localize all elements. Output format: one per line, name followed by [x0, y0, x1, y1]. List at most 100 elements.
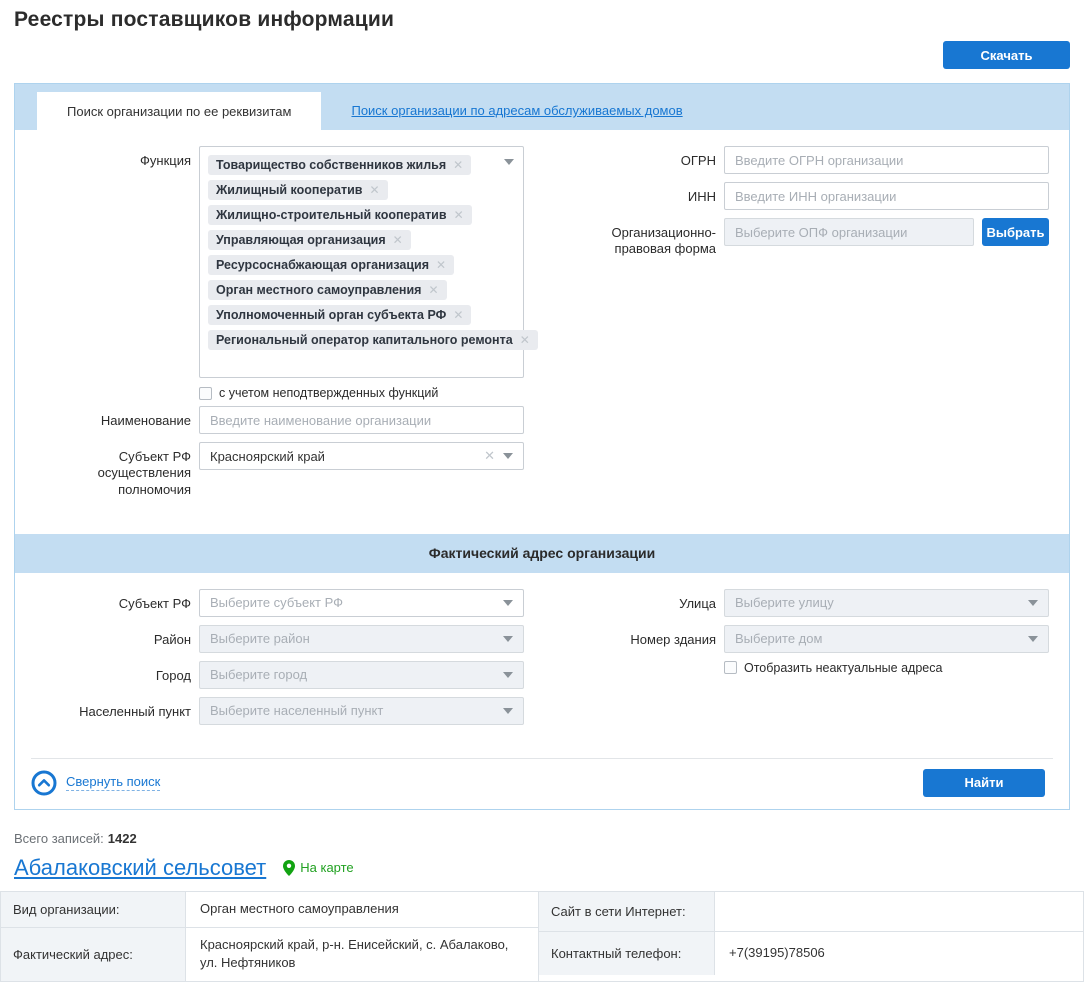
function-tag-label: Региональный оператор капитального ремон… [216, 333, 513, 347]
tab-search-by-address[interactable]: Поиск организации по адресам обслуживаем… [351, 103, 682, 118]
function-tag-label: Уполномоченный орган субъекта РФ [216, 308, 447, 322]
house-placeholder: Выберите дом [735, 631, 823, 647]
total-records-label: Всего записей: [14, 830, 104, 846]
tab-bar: Поиск организации по ее реквизитам Поиск… [15, 84, 1069, 130]
on-map-link[interactable]: На карте [283, 859, 354, 876]
subject-rf-authority-value: Красноярский край [210, 448, 325, 464]
settlement-label: Населенный пункт [79, 703, 191, 719]
close-icon[interactable]: ✕ [453, 158, 463, 172]
organization-link[interactable]: Абалаковский сельсовет [14, 855, 266, 881]
org-type-value: Орган местного самоуправления [200, 900, 399, 916]
page: Реестры поставщиков информации Скачать П… [0, 8, 1084, 982]
close-icon[interactable]: ✕ [454, 208, 464, 222]
inactive-addresses-label: Отобразить неактуальные адреса [744, 660, 943, 675]
function-tag-label: Жилищно-строительный кооператив [216, 208, 447, 222]
search-panel: Поиск организации по ее реквизитам Поиск… [14, 83, 1070, 810]
org-phone-value: +7(39195)78506 [729, 944, 825, 960]
close-icon[interactable]: ✕ [453, 308, 463, 322]
results-section: Всего записей: 1422 Абалаковский сельсове… [14, 831, 1070, 881]
table-row: Фактический адрес: Красноярский край, р-… [1, 926, 538, 982]
download-button[interactable]: Скачать [943, 41, 1070, 69]
ogrn-input[interactable] [724, 146, 1049, 174]
opf-choose-button[interactable]: Выбрать [982, 218, 1049, 246]
unconfirmed-functions-label: с учетом неподтвержденных функций [219, 386, 439, 400]
tab-label: Поиск организации по ее реквизитам [67, 103, 292, 119]
inactive-addresses-checkbox-row: Отобразить неактуальные адреса [724, 661, 1049, 675]
function-tag-label: Управляющая организация [216, 233, 386, 247]
subject-rf-label: Субъект РФ [118, 595, 191, 611]
subject-rf-placeholder: Выберите субъект РФ [210, 595, 344, 611]
org-site-value [715, 892, 1083, 931]
city-placeholder: Выберите город [210, 667, 308, 683]
close-icon[interactable]: ✕ [428, 283, 438, 297]
function-tag: Уполномоченный орган субъекта РФ ✕ [208, 305, 472, 325]
chevron-down-icon [1028, 599, 1038, 606]
district-label: Район [153, 631, 191, 647]
function-tag: Жилищно-строительный кооператив ✕ [208, 205, 472, 225]
chevron-down-icon [1028, 635, 1038, 642]
function-tag-label: Жилищный кооператив [216, 183, 363, 197]
function-tag: Жилищный кооператив ✕ [208, 180, 388, 200]
find-button[interactable]: Найти [923, 768, 1045, 797]
inn-label: ИНН [687, 189, 716, 204]
on-map-label: На карте [300, 860, 354, 876]
street-label: Улица [679, 595, 716, 611]
settlement-select[interactable]: Выберите населенный пункт [199, 696, 524, 725]
subject-rf-authority-select[interactable]: Красноярский край ✕ [199, 442, 524, 470]
subject-rf-authority-label: Субъект РФ осуществления полномочия [97, 449, 191, 497]
actual-address-section-title: Фактический адрес организации [15, 533, 1069, 573]
close-icon[interactable]: ✕ [520, 333, 530, 347]
close-icon[interactable]: ✕ [436, 258, 446, 272]
house-select[interactable]: Выберите дом [724, 624, 1049, 653]
unconfirmed-functions-checkbox-row: с учетом неподтвержденных функций [199, 386, 524, 400]
inn-input[interactable] [724, 182, 1049, 210]
district-placeholder: Выберите район [210, 631, 310, 647]
function-tag-label: Ресурсоснабжающая организация [216, 258, 430, 272]
unconfirmed-functions-checkbox[interactable] [199, 386, 212, 400]
org-address-value: Красноярский край, р-н. Енисейский, с. А… [200, 936, 509, 971]
settlement-placeholder: Выберите населенный пункт [210, 703, 384, 719]
table-row: Вид организации: Орган местного самоупра… [1, 891, 538, 927]
name-input[interactable] [199, 406, 524, 434]
street-placeholder: Выберите улицу [735, 595, 834, 611]
organization-row: Абалаковский сельсовет На карте [14, 855, 1070, 881]
function-tag-label: Товарищество собственников жилья [216, 158, 447, 172]
inactive-addresses-checkbox[interactable] [724, 661, 737, 675]
download-row: Скачать [0, 41, 1070, 69]
search-panel-footer: Свернуть поиск Найти [31, 757, 1053, 809]
total-records-value: 1422 [107, 830, 137, 846]
org-address-label: Фактический адрес: [1, 927, 186, 982]
chevron-down-icon[interactable] [503, 453, 513, 459]
function-tag-label: Орган местного самоуправления [216, 283, 422, 297]
org-site-label: Сайт в сети Интернет: [539, 891, 715, 931]
function-multiselect[interactable]: Товарищество собственников жилья ✕ Жилищны… [199, 146, 538, 378]
close-icon[interactable]: ✕ [484, 448, 495, 464]
close-icon[interactable]: ✕ [393, 233, 403, 247]
name-label: Наименование [100, 413, 191, 428]
house-label: Номер здания [630, 631, 716, 647]
chevron-up-circle-icon [31, 770, 57, 796]
tab-search-by-requisites[interactable]: Поиск организации по ее реквизитам [37, 92, 322, 130]
table-row: Контактный телефон: +7(39195)78506 [539, 930, 1083, 975]
ogrn-label: ОГРН [680, 153, 716, 168]
org-phone-label: Контактный телефон: [539, 931, 715, 975]
requisites-form: Функция Товарищество собственников жилья… [15, 130, 1069, 534]
chevron-down-icon[interactable] [504, 159, 514, 165]
city-select[interactable]: Выберите город [199, 660, 524, 689]
opf-input[interactable] [724, 218, 974, 246]
district-select[interactable]: Выберите район [199, 624, 524, 653]
chevron-down-icon [503, 671, 513, 678]
chevron-down-icon[interactable] [503, 599, 513, 606]
function-tag: Региональный оператор капитального ремон… [208, 330, 538, 350]
table-row: Сайт в сети Интернет: [539, 891, 1083, 931]
organization-details-table: Вид организации: Орган местного самоупра… [0, 890, 1084, 982]
address-form: Субъект РФ Выберите субъект РФ Район Выб… [15, 573, 1069, 758]
function-tag: Товарищество собственников жилья ✕ [208, 155, 472, 175]
total-records: Всего записей: 1422 [14, 831, 1070, 846]
function-tag: Управляющая организация ✕ [208, 230, 411, 250]
close-icon[interactable]: ✕ [369, 183, 379, 197]
subject-rf-select[interactable]: Выберите субъект РФ [199, 588, 524, 617]
collapse-search-link[interactable]: Свернуть поиск [31, 770, 161, 796]
street-select[interactable]: Выберите улицу [724, 588, 1049, 617]
org-type-label: Вид организации: [1, 891, 186, 927]
